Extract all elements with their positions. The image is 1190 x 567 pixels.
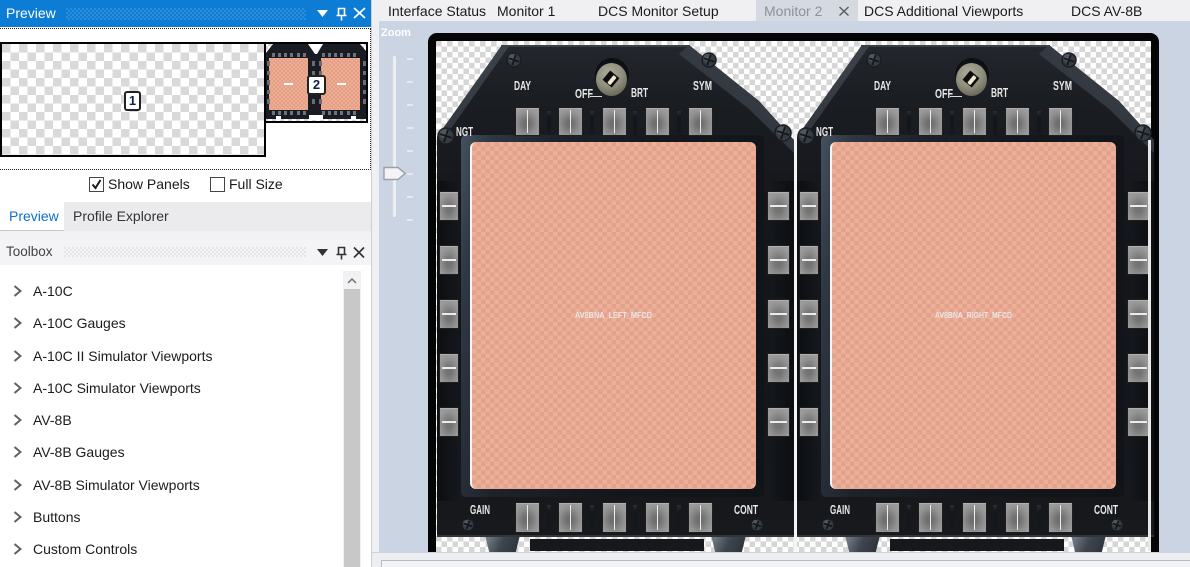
svg-text:NGT: NGT — [816, 124, 833, 139]
svg-text:DAY: DAY — [874, 78, 891, 93]
svg-text:DAY: DAY — [514, 78, 531, 93]
svg-text:CONT: CONT — [734, 502, 758, 517]
svg-text:SYM: SYM — [1053, 78, 1072, 93]
svg-text:GAIN: GAIN — [830, 502, 850, 517]
svg-text:CONT: CONT — [1094, 502, 1118, 517]
svg-text:OFF: OFF — [935, 86, 953, 101]
svg-text:AV8BNA_RIGHT_MFCD: AV8BNA_RIGHT_MFCD — [935, 311, 1012, 320]
svg-text:BRT: BRT — [991, 85, 1008, 100]
svg-text:NGT: NGT — [456, 124, 473, 139]
svg-text:SYM: SYM — [693, 78, 712, 93]
svg-text:GAIN: GAIN — [470, 502, 490, 517]
svg-text:AV8BNA_LEFT_MFCD: AV8BNA_LEFT_MFCD — [575, 311, 652, 320]
svg-text:OFF: OFF — [575, 86, 593, 101]
svg-text:BRT: BRT — [631, 85, 648, 100]
